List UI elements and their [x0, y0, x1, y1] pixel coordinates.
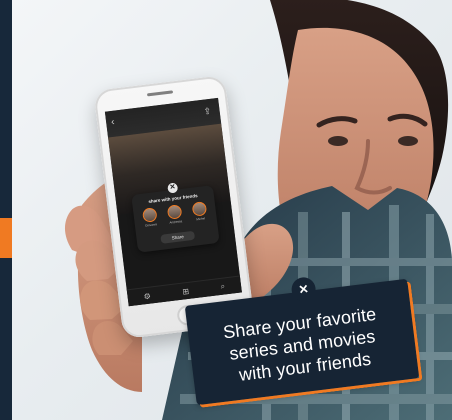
- left-orange-accent: [0, 218, 12, 258]
- left-eye: [328, 136, 348, 146]
- caption-text: Share your favorite series and movies wi…: [201, 300, 404, 389]
- settings-icon[interactable]: ⚙: [143, 291, 151, 301]
- friend-item[interactable]: Andressa: [164, 204, 187, 229]
- avatar: [141, 207, 158, 223]
- share-sheet: ✕ share with your friends Giovanni Andre…: [131, 182, 220, 253]
- back-arrow-icon[interactable]: ‹: [111, 117, 122, 128]
- phone-speaker: [146, 90, 174, 97]
- search-icon[interactable]: ⌕: [220, 281, 226, 291]
- add-icon[interactable]: ⊞: [182, 286, 190, 296]
- friend-name: Michel: [196, 216, 206, 222]
- left-decorative-bar: [0, 0, 12, 420]
- friend-item[interactable]: Michel: [189, 201, 212, 226]
- share-icon[interactable]: ⇪: [203, 106, 214, 117]
- friend-name: Giovanni: [144, 222, 158, 228]
- avatar: [166, 204, 183, 220]
- friend-item[interactable]: Giovanni: [139, 207, 162, 232]
- phone-screen: ‹ ⇪ ✕ share with your friends Giovanni A…: [104, 97, 242, 307]
- share-button[interactable]: Share: [160, 230, 196, 244]
- friends-row: Giovanni Andressa Michel: [139, 201, 211, 232]
- marketing-screenshot: ‹ ⇪ ✕ share with your friends Giovanni A…: [0, 0, 452, 420]
- logo-badge-icon: ✕: [167, 182, 179, 194]
- avatar: [191, 201, 208, 217]
- right-eye: [398, 136, 418, 146]
- friend-name: Andressa: [169, 219, 183, 225]
